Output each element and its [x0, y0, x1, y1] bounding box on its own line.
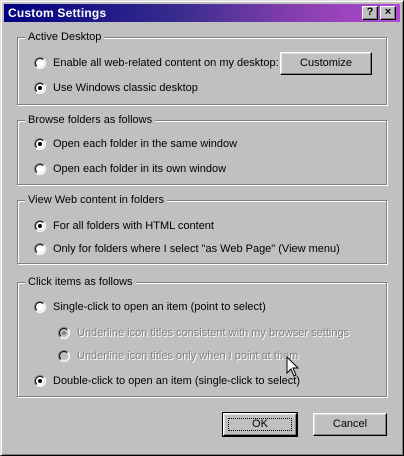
active-desktop-legend: Active Desktop — [25, 31, 105, 43]
cancel-button[interactable]: Cancel — [313, 413, 387, 436]
arrow-cursor-icon — [286, 356, 300, 377]
ok-label: OK — [252, 418, 268, 430]
underline-point-option: Underline icon titles only when I point … — [58, 348, 298, 364]
double-click-radio[interactable] — [34, 375, 46, 387]
as-web-page-label: Only for folders where I select "as Web … — [53, 243, 340, 255]
browse-folders-group: Browse folders as follows Open each fold… — [17, 114, 387, 185]
custom-settings-dialog: Custom Settings ? × Active Desktop Enabl… — [0, 0, 404, 456]
single-click-radio[interactable] — [34, 301, 46, 313]
underline-point-label: Underline icon titles only when I point … — [77, 350, 299, 362]
classic-desktop-radio[interactable] — [34, 82, 46, 94]
all-html-folders-option[interactable]: For all folders with HTML content — [34, 218, 214, 234]
enable-web-content-label: Enable all web-related content on my des… — [53, 57, 279, 69]
title-bar[interactable]: Custom Settings ? × — [4, 4, 400, 22]
same-window-option[interactable]: Open each folder in the same window — [34, 136, 237, 152]
as-web-page-radio[interactable] — [34, 243, 46, 255]
underline-point-radio — [58, 350, 70, 362]
own-window-radio[interactable] — [34, 163, 46, 175]
browse-folders-legend: Browse folders as follows — [25, 114, 156, 126]
ok-button[interactable]: OK — [222, 412, 298, 437]
same-window-radio[interactable] — [34, 138, 46, 150]
enable-web-content-option[interactable]: Enable all web-related content on my des… — [34, 55, 279, 71]
all-html-folders-radio[interactable] — [34, 220, 46, 232]
window-title: Custom Settings — [8, 6, 107, 20]
underline-browser-label: Underline icon titles consistent with my… — [77, 327, 350, 339]
underline-browser-radio — [58, 327, 70, 339]
single-click-option[interactable]: Single-click to open an item (point to s… — [34, 299, 266, 315]
classic-desktop-label: Use Windows classic desktop — [53, 82, 198, 94]
close-button[interactable]: × — [380, 6, 396, 20]
customize-button[interactable]: Customize — [280, 52, 372, 75]
single-click-label: Single-click to open an item (point to s… — [53, 301, 266, 313]
same-window-label: Open each folder in the same window — [53, 138, 238, 150]
click-items-group: Click items as follows Single-click to o… — [17, 276, 387, 397]
help-button[interactable]: ? — [362, 6, 378, 20]
double-click-label: Double-click to open an item (single-cli… — [53, 375, 300, 387]
own-window-label: Open each folder in its own window — [53, 163, 227, 175]
own-window-option[interactable]: Open each folder in its own window — [34, 161, 226, 177]
view-web-content-group: View Web content in folders For all fold… — [17, 194, 387, 264]
click-items-legend: Click items as follows — [25, 276, 136, 288]
classic-desktop-option[interactable]: Use Windows classic desktop — [34, 80, 198, 96]
all-html-folders-label: For all folders with HTML content — [53, 220, 214, 232]
double-click-option[interactable]: Double-click to open an item (single-cli… — [34, 373, 300, 389]
as-web-page-option[interactable]: Only for folders where I select "as Web … — [34, 241, 340, 257]
view-web-content-legend: View Web content in folders — [25, 194, 167, 206]
enable-web-content-radio[interactable] — [34, 57, 46, 69]
active-desktop-group: Active Desktop Enable all web-related co… — [17, 31, 387, 105]
underline-browser-option: Underline icon titles consistent with my… — [58, 325, 349, 341]
